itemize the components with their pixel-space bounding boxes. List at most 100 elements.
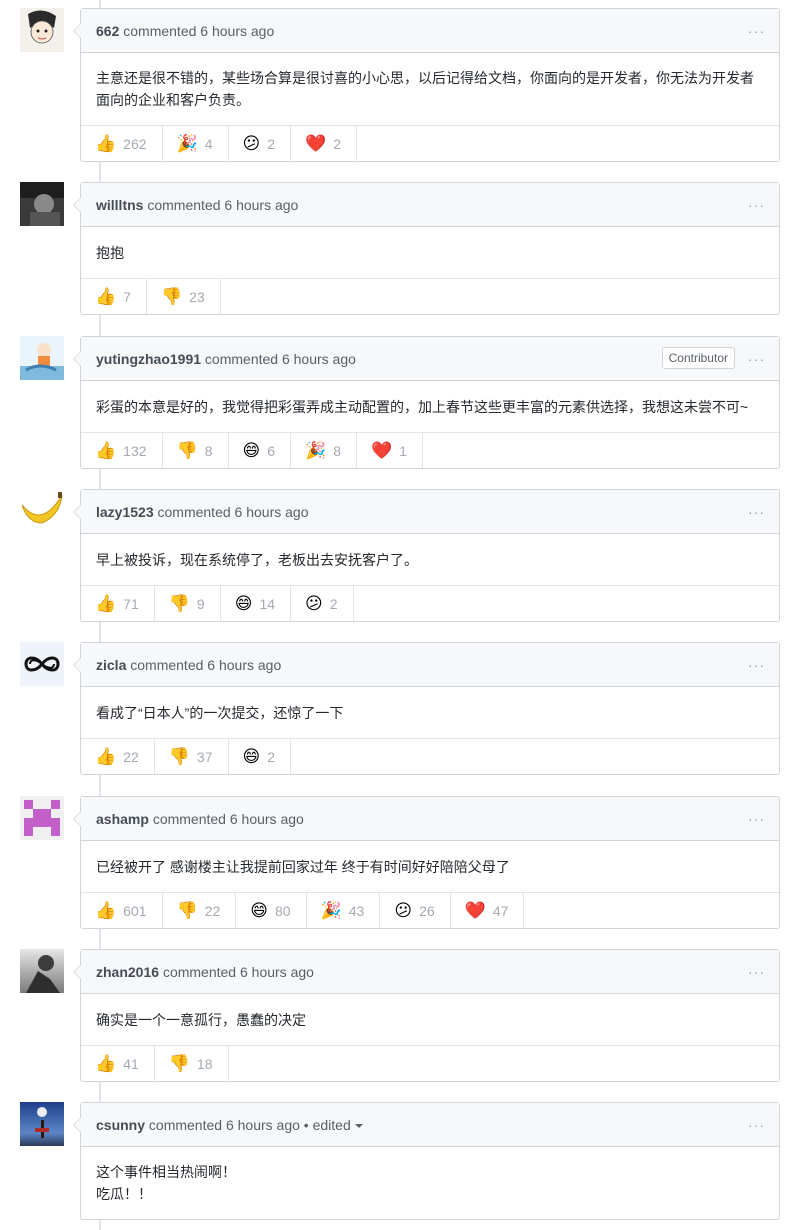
reaction-count: 262 [123,135,147,152]
author-link[interactable]: zhan2016 [96,964,159,980]
reaction-count: 47 [492,902,509,919]
reaction-heart[interactable]: ❤️ 47 [451,893,525,928]
reaction-thumbs-up[interactable]: 👍 132 [81,433,163,468]
timestamp-link[interactable]: 6 hours ago [207,657,281,673]
reaction-laugh[interactable]: 😄 80 [236,893,307,928]
comment-header: yutingzhao1991 commented 6 hours ago Con… [81,337,779,381]
reaction-heart[interactable]: ❤️ 1 [357,433,423,468]
reaction-tada[interactable]: 🎉 43 [307,893,381,928]
more-options-icon[interactable]: ··· [748,490,765,534]
more-options-icon[interactable]: ··· [748,797,765,841]
reaction-thumbs-up[interactable]: 👍 22 [81,739,155,774]
reaction-heart[interactable]: ❤️ 2 [291,126,357,161]
comment-body: 抱抱 [81,227,779,278]
thumbs-up-icon: 👍 [95,287,117,306]
reaction-confused[interactable]: 😕 2 [229,126,292,161]
reaction-thumbs-up[interactable]: 👍 71 [81,586,155,621]
thumbs-down-icon: 👎 [168,594,190,613]
author-link[interactable]: willltns [96,197,143,213]
more-options-icon[interactable]: ··· [748,337,765,381]
timestamp-link[interactable]: 6 hours ago [224,197,298,213]
heart-icon: ❤️ [371,441,393,460]
timestamp-link[interactable]: 6 hours ago [282,351,356,367]
thumbs-down-icon: 👎 [160,287,183,306]
author-link[interactable]: yutingzhao1991 [96,351,201,367]
thumbs-up-icon: 👍 [95,134,117,153]
reactions-bar: 👍 601 👎 22 😄 80 🎉 43 😕 26 ❤️ 47 [81,892,779,928]
author-link[interactable]: csunny [96,1117,145,1133]
timestamp-link[interactable]: 6 hours ago [200,23,274,39]
comment-verb: commented [204,351,279,367]
reaction-thumbs-down[interactable]: 👎 8 [163,433,229,468]
reaction-count: 2 [267,135,276,152]
reaction-thumbs-up[interactable]: 👍 262 [81,126,163,161]
reaction-thumbs-up[interactable]: 👍 41 [81,1046,155,1081]
reaction-confused[interactable]: 😕 26 [380,893,451,928]
reaction-thumbs-down[interactable]: 👎 37 [155,739,229,774]
reaction-tada[interactable]: 🎉 8 [291,433,357,468]
edited-history-dropdown[interactable]: • edited [304,1117,363,1133]
comment-verb: commented [148,1117,223,1133]
reaction-thumbs-down[interactable]: 👎 23 [147,279,221,314]
comment-body: 看成了“日本人”的一次提交，还惊了一下 [81,687,779,738]
laugh-icon: 😄 [242,747,261,766]
author-link[interactable]: ashamp [96,811,149,827]
avatar[interactable] [20,336,64,380]
avatar[interactable] [20,8,64,52]
reaction-count: 6 [267,442,276,459]
reaction-count: 1 [399,442,407,459]
more-options-icon[interactable]: ··· [748,643,765,687]
thumbs-up-icon: 👍 [95,901,117,920]
tada-icon: 🎉 [176,134,198,153]
reaction-thumbs-up[interactable]: 👍 601 [81,893,163,928]
timestamp-link[interactable]: 6 hours ago [226,1117,300,1133]
author-link[interactable]: lazy1523 [96,504,154,520]
comment-body: 早上被投诉，现在系统停了，老板出去安抚客户了。 [81,534,779,585]
comment-verb: commented [152,811,226,827]
timestamp-link[interactable]: 6 hours ago [230,811,304,827]
comment-header: ashamp commented 6 hours ago ··· [81,797,779,841]
reaction-count: 22 [204,902,221,919]
avatar[interactable] [20,182,64,226]
more-options-icon[interactable]: ··· [748,9,765,53]
comment-text: 彩蛋的本意是好的，我觉得把彩蛋弄成主动配置的，加上春节这些更丰富的元素供选择，我… [96,398,749,415]
reaction-count: 132 [123,442,147,459]
comment-text: 已经被开了 感谢楼主让我提前回家过年 终于有时间好好陪陪父母了 [96,858,510,875]
reaction-laugh[interactable]: 😄 2 [229,739,292,774]
reaction-thumbs-down[interactable]: 👎 18 [155,1046,229,1081]
reaction-count: 37 [196,748,213,765]
author-link[interactable]: zicla [96,657,126,673]
reaction-confused[interactable]: 😕 2 [291,586,354,621]
author-link[interactable]: 662 [96,23,119,39]
reaction-count: 2 [333,135,341,152]
avatar[interactable] [20,949,64,993]
timestamp-link[interactable]: 6 hours ago [235,504,309,520]
reaction-thumbs-down[interactable]: 👎 9 [155,586,221,621]
reaction-tada[interactable]: 🎉 4 [163,126,229,161]
avatar[interactable] [20,1102,64,1146]
reaction-count: 23 [189,288,205,305]
comment-body: 这个事件相当热闹啊！ 吃瓜！！ [81,1147,779,1219]
thumbs-up-icon: 👍 [95,747,117,766]
avatar[interactable] [20,489,64,533]
reaction-count: 601 [123,902,147,919]
more-options-icon[interactable]: ··· [748,183,765,227]
reaction-count: 8 [204,442,213,459]
thumbs-up-icon: 👍 [95,1054,117,1073]
reaction-thumbs-down[interactable]: 👎 22 [163,893,237,928]
timestamp-link[interactable]: 6 hours ago [240,964,314,980]
more-options-icon[interactable]: ··· [748,950,765,994]
reaction-thumbs-up[interactable]: 👍 7 [81,279,147,314]
tada-icon: 🎉 [320,901,342,920]
avatar[interactable] [20,642,64,686]
reaction-count: 26 [419,902,435,919]
reaction-count: 2 [267,748,276,765]
comment-header: willltns commented 6 hours ago ··· [81,183,779,227]
avatar[interactable] [20,796,64,840]
comment-text: 确实是一个一意孤行，愚蠢的决定 [96,1011,306,1028]
comment-body: 已经被开了 感谢楼主让我提前回家过年 终于有时间好好陪陪父母了 [81,841,779,892]
reaction-laugh[interactable]: 😄 6 [229,433,292,468]
reaction-laugh[interactable]: 😄 14 [221,586,292,621]
more-options-icon[interactable]: ··· [748,1103,765,1147]
reaction-count: 43 [348,902,365,919]
